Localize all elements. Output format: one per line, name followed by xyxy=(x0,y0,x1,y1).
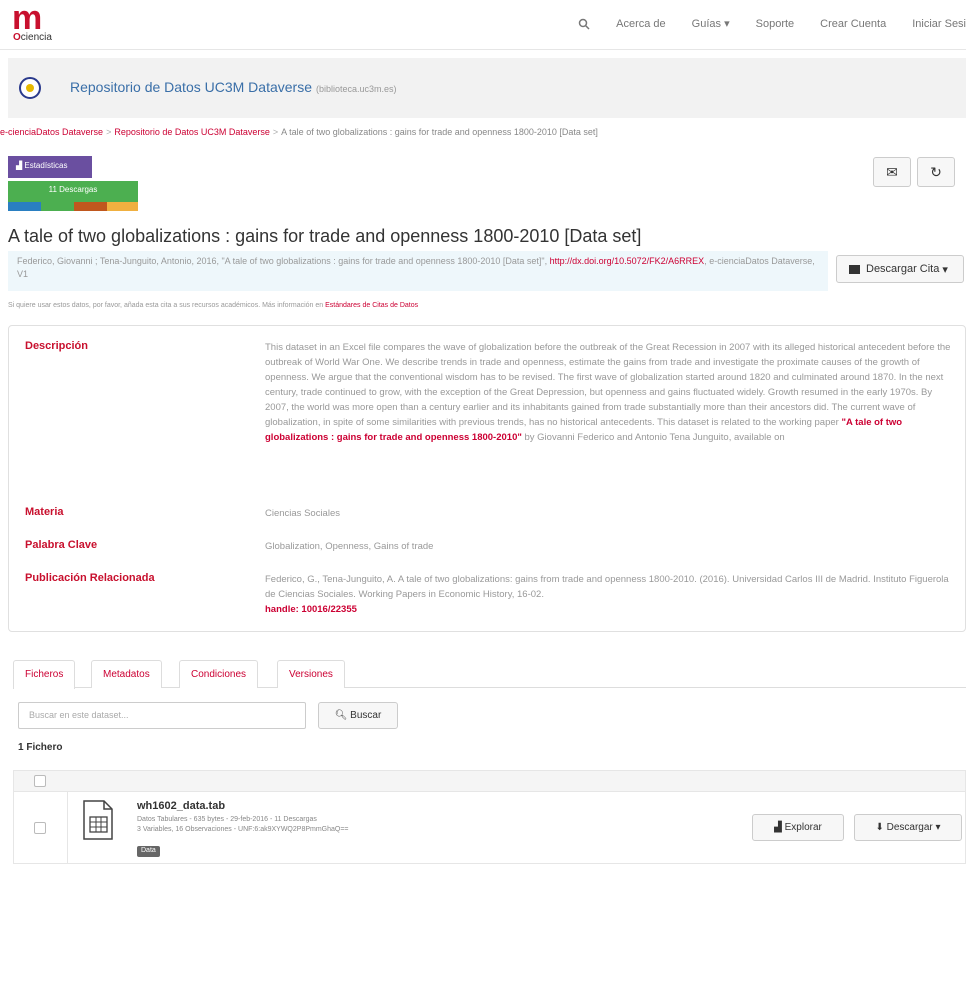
related-publication-label: Publicación Relacionada xyxy=(25,572,155,584)
citation-box: Federico, Giovanni ; Tena-Junguito, Anto… xyxy=(8,251,828,291)
downloads-count: 11 Descargas xyxy=(48,185,98,194)
download-citation-button[interactable]: Descargar Cita ▾ xyxy=(836,255,964,283)
tab-versiones[interactable]: Versiones xyxy=(277,660,345,688)
dataset-tabs: Ficheros Metadatos Condiciones Versiones xyxy=(13,660,966,689)
keyword-value: Globalization, Openness, Gains of trade xyxy=(265,541,434,552)
breadcrumb: e-cienciaDatos Dataverse > Repositorio de … xyxy=(0,127,598,137)
dataverse-header: Repositorio de Datos UC3M Dataverse (bibl… xyxy=(8,58,966,118)
file-checkbox[interactable] xyxy=(34,822,46,834)
description-label: Descripción xyxy=(25,340,88,352)
statistics-button[interactable]: ▟ Estadísticas xyxy=(8,156,92,178)
table-row: wh1602_data.tab Datos Tabulares - 635 by… xyxy=(13,792,966,864)
column-divider xyxy=(67,792,68,864)
logo-text: Ociencia xyxy=(13,32,52,43)
top-navbar: m Ociencia Acerca de Guías ▾ Soporte Cre… xyxy=(0,0,966,50)
downloads-segment xyxy=(74,202,107,211)
envelope-icon: ✉ xyxy=(886,163,898,180)
keyword-label: Palabra Clave xyxy=(25,539,98,551)
select-all-checkbox[interactable] xyxy=(34,775,46,787)
file-tag-badge: Data xyxy=(137,846,160,857)
handle-link[interactable]: handle: 10016/22355 xyxy=(265,604,357,615)
breadcrumb-item-current: A tale of two globalizations : gains for… xyxy=(281,127,598,137)
nav-item-guias[interactable]: Guías ▾ xyxy=(692,17,730,30)
subject-value: Ciencias Sociales xyxy=(265,508,340,519)
nav-item-crear-cuenta[interactable]: Crear Cuenta xyxy=(820,18,886,30)
explore-button[interactable]: ▟ Explorar xyxy=(752,814,844,841)
search-icon[interactable] xyxy=(578,18,590,30)
nav-item-iniciar-sesion[interactable]: Iniciar Sesi xyxy=(912,18,966,30)
chart-icon: ▟ xyxy=(774,822,782,833)
download-file-button[interactable]: ⬇ Descargar ▾ xyxy=(854,814,962,841)
downloads-segment xyxy=(8,202,41,211)
description-value: This dataset in an Excel file compares t… xyxy=(265,342,951,443)
nav-item-soporte[interactable]: Soporte xyxy=(756,18,795,30)
file-search-input[interactable]: Buscar en este dataset... xyxy=(18,702,306,729)
related-publication-value: Federico, G., Tena-Junguito, A. A tale o… xyxy=(265,574,949,615)
search-button[interactable]: 🔍︎ Buscar xyxy=(318,702,398,729)
file-count: 1 Fichero xyxy=(18,742,63,753)
file-table: wh1602_data.tab Datos Tabulares - 635 by… xyxy=(13,770,966,864)
caret-down-icon: ▾ xyxy=(942,263,948,276)
citation-icon xyxy=(849,264,860,274)
file-name-link[interactable]: wh1602_data.tab xyxy=(137,800,225,812)
tab-condiciones[interactable]: Condiciones xyxy=(179,660,259,688)
search-icon: 🔍︎ xyxy=(334,710,348,721)
table-header xyxy=(13,770,966,792)
dataverse-logo-icon xyxy=(19,77,41,99)
dataverse-title[interactable]: Repositorio de Datos UC3M Dataverse (bibl… xyxy=(70,79,397,95)
download-icon: ⬇ xyxy=(875,822,884,833)
citation-text: Federico, Giovanni ; Tena-Junguito, Anto… xyxy=(17,256,548,266)
caret-down-icon: ▾ xyxy=(935,822,941,833)
citation-doi-link[interactable]: http://dx.doi.org/10.5072/FK2/A6RREX xyxy=(550,256,705,266)
nav-menu: Acerca de Guías ▾ Soporte Crear Cuenta I… xyxy=(552,17,966,30)
chevron-down-icon: ▾ xyxy=(724,18,730,30)
site-logo[interactable]: m Ociencia xyxy=(12,0,62,45)
subject-label: Materia xyxy=(25,506,64,518)
citation-note: Si quiere usar estos datos, por favor, a… xyxy=(8,302,419,309)
tab-ficheros[interactable]: Ficheros xyxy=(13,660,76,689)
breadcrumb-item-repo[interactable]: Repositorio de Datos UC3M Dataverse xyxy=(114,127,270,137)
dataset-title: A tale of two globalizations : gains for… xyxy=(8,226,642,246)
citation-standards-link[interactable]: Estándares de Citas de Datos xyxy=(325,302,418,309)
breadcrumb-item-root[interactable]: e-cienciaDatos Dataverse xyxy=(0,127,103,137)
metadata-panel: Descripción This dataset in an Excel fil… xyxy=(8,325,966,632)
dataverse-affiliation: (biblioteca.uc3m.es) xyxy=(316,84,397,94)
tabular-file-icon xyxy=(83,800,113,840)
share-icon: ↻ xyxy=(930,163,942,180)
email-button[interactable]: ✉ xyxy=(873,157,911,187)
downloads-segment xyxy=(107,202,138,211)
downloads-segment xyxy=(41,202,74,211)
share-button[interactable]: ↻ xyxy=(917,157,955,187)
file-info: Datos Tabulares - 635 bytes - 29-feb-201… xyxy=(137,816,349,833)
tab-metadatos[interactable]: Metadatos xyxy=(91,660,162,688)
nav-item-acerca[interactable]: Acerca de xyxy=(616,18,666,30)
downloads-bar: 11 Descargas xyxy=(8,181,138,211)
